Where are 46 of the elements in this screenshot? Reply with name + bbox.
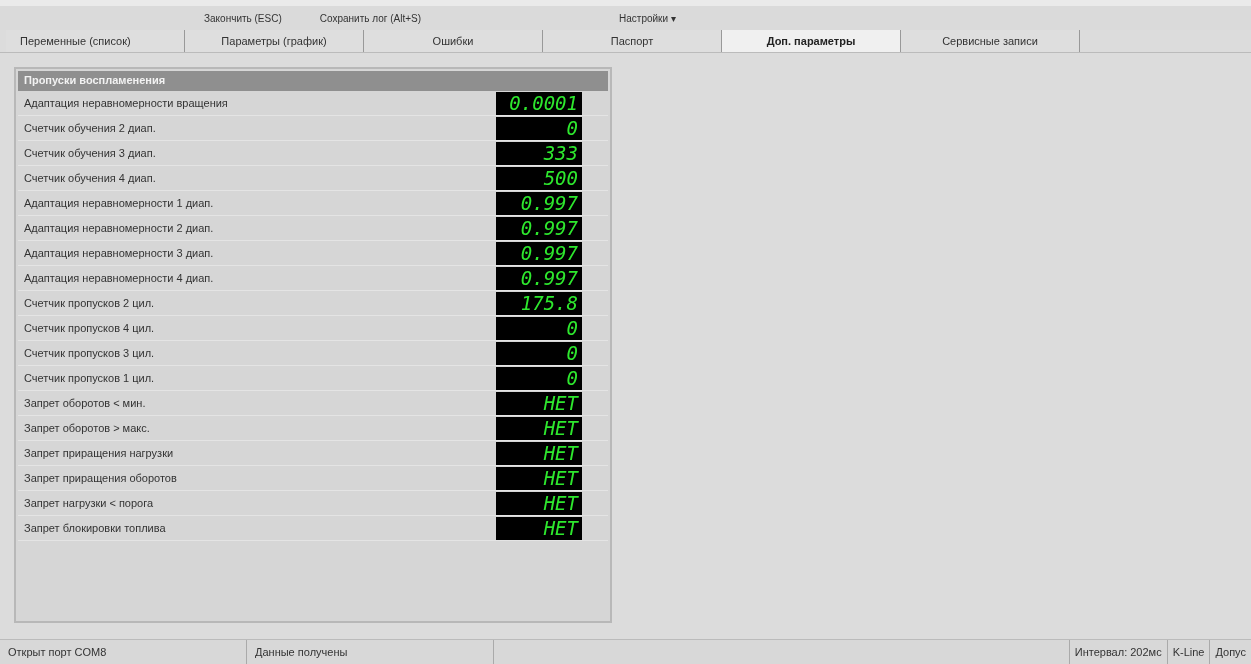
status-text: Допус [1209, 640, 1251, 664]
parameter-name: Запрет оборотов < мин. [24, 397, 147, 409]
toolbar-button[interactable]: Закончить (ESC) [200, 10, 286, 26]
parameter-value: 333 [496, 141, 582, 165]
status-text: Данные получены [247, 640, 494, 664]
parameter-name: Адаптация неравномерности вращения [24, 97, 229, 109]
tab[interactable]: Доп. параметры [722, 30, 901, 52]
parameter-name: Счетчик пропусков 4 цил. [24, 322, 156, 334]
parameter-value: 500 [496, 166, 582, 190]
parameter-name: Счетчик пропусков 3 цил. [24, 347, 156, 359]
toolbar-button[interactable]: Сохранить лог (Alt+S) [315, 10, 425, 26]
parameter-value: НЕТ [496, 441, 582, 465]
parameter-value: 0.997 [496, 216, 582, 240]
parameter-name: Запрет оборотов > макс. [24, 422, 151, 434]
parameter-value: 0 [496, 366, 582, 390]
parameter-name: Запрет нагрузки < порога [24, 497, 155, 509]
parameter-name: Счетчик обучения 2 диап. [24, 122, 157, 134]
parameter-name: Адаптация неравномерности 2 диап. [24, 222, 215, 234]
status-text: Интервал: 202мс [1068, 640, 1167, 664]
parameter-name: Адаптация неравномерности 4 диап. [24, 272, 215, 284]
status-text: Открыт порт COM8 [0, 640, 247, 664]
status-text: K-Line [1166, 640, 1210, 664]
parameter-name: Счетчик пропусков 1 цил. [24, 372, 156, 384]
toolbar-button[interactable]: Настройки ▾ [615, 10, 680, 26]
parameter-value: 0.997 [496, 191, 582, 215]
parameter-value: 175.8 [496, 291, 582, 315]
parameter-name: Запрет блокировки топлива [24, 522, 167, 534]
parameter-value: НЕТ [496, 516, 582, 540]
parameter-value: НЕТ [496, 416, 582, 440]
parameter-name: Счетчик обучения 3 диап. [24, 147, 157, 159]
parameter-value: НЕТ [496, 391, 582, 415]
parameter-value: 0 [496, 316, 582, 340]
parameter-value: 0 [496, 341, 582, 365]
parameter-name: Адаптация неравномерности 3 диап. [24, 247, 215, 259]
parameter-name: Счетчик обучения 4 диап. [24, 172, 157, 184]
parameter-name: Запрет приращения оборотов [24, 472, 178, 484]
parameter-name: Счетчик пропусков 2 цил. [24, 297, 156, 309]
parameter-value: 0.997 [496, 241, 582, 265]
parameter-name: Запрет приращения нагрузки [24, 447, 175, 459]
parameter-value: 0.997 [496, 266, 582, 290]
parameter-value: НЕТ [496, 466, 582, 490]
parameter-value: 0.0001 [496, 91, 582, 115]
parameter-name: Адаптация неравномерности 1 диап. [24, 197, 215, 209]
parameter-value: 0 [496, 116, 582, 140]
parameter-value: НЕТ [496, 491, 582, 515]
panel-title: Пропуски воспламенения [18, 71, 608, 91]
